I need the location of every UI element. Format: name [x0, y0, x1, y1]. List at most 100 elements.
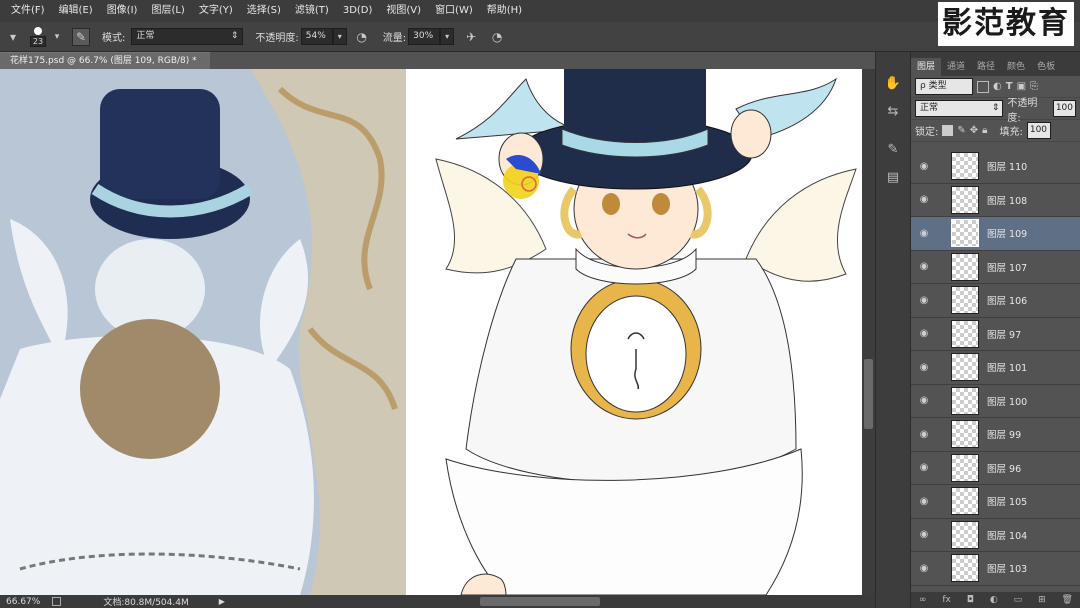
opacity-input[interactable]: 54% — [300, 28, 333, 45]
lock-position-icon[interactable]: ✥ — [970, 125, 978, 136]
layer-name: 图层 109 — [987, 229, 1028, 241]
clone-source-icon[interactable]: ▤ — [880, 166, 906, 188]
brush-panel-icon[interactable]: ✎ — [880, 138, 906, 160]
layer-row[interactable]: ◉ 图层 100 — [911, 385, 1080, 418]
layer-row[interactable]: ◉ 图层 105 — [911, 485, 1080, 519]
menu-filter[interactable]: 滤镜(T) — [288, 0, 336, 22]
menu-help[interactable]: 帮助(H) — [480, 0, 529, 22]
filter-adjustment-icon[interactable]: ◐ — [993, 81, 1002, 92]
blend-mode-value: 正常 — [920, 103, 939, 113]
layer-filter-select[interactable]: ρ 类型 — [915, 78, 973, 95]
layer-opacity-input[interactable]: 100 — [1052, 100, 1077, 117]
mode-select[interactable]: 正常 ⇕ — [131, 28, 244, 45]
menu-bar: 文件(F) 编辑(E) 图像(I) 图层(L) 文字(Y) 选择(S) 滤镜(T… — [0, 0, 1080, 22]
layer-row[interactable]: ◉ 图层 99 — [911, 418, 1080, 452]
lock-transparent-icon[interactable] — [942, 125, 954, 136]
zoom-level[interactable]: 66.67% — [6, 597, 40, 607]
visibility-eye-icon[interactable]: ◉ — [911, 429, 937, 440]
visibility-eye-icon[interactable]: ◉ — [911, 395, 937, 406]
layer-thumbnail — [951, 319, 979, 348]
brush-panel-toggle-icon[interactable]: ✎ — [72, 27, 90, 46]
layer-row[interactable]: ◉ 图层 104 — [911, 519, 1080, 552]
airbrush-icon[interactable]: ✈ — [462, 28, 480, 46]
menu-layer[interactable]: 图层(L) — [144, 0, 191, 22]
visibility-eye-icon[interactable]: ◉ — [911, 328, 937, 339]
visibility-eye-icon[interactable]: ◉ — [911, 194, 937, 205]
menu-select[interactable]: 选择(S) — [240, 0, 288, 22]
brush-picker-arrow-icon[interactable]: ▾ — [48, 28, 66, 46]
menu-window[interactable]: 窗口(W) — [428, 0, 480, 22]
pressure-size-icon[interactable]: ◔ — [488, 28, 506, 46]
filter-shape-icon[interactable]: ▣ — [1017, 81, 1026, 92]
illustration-canvas[interactable] — [406, 69, 862, 595]
menu-image[interactable]: 图像(I) — [100, 0, 145, 22]
tab-color[interactable]: 颜色 — [1001, 58, 1031, 76]
visibility-eye-icon[interactable]: ◉ — [911, 261, 937, 272]
tab-channels[interactable]: 通道 — [941, 58, 971, 76]
brand-watermark: 影范教育 — [938, 2, 1074, 46]
lock-pixels-icon[interactable]: ✎ — [957, 125, 965, 136]
flow-slider-arrow-icon[interactable]: ▾ — [440, 28, 455, 45]
layer-style-icon[interactable]: fx — [942, 595, 951, 605]
visibility-eye-icon[interactable]: ◉ — [911, 462, 937, 473]
new-adjustment-icon[interactable]: ◐ — [990, 595, 998, 605]
layer-row[interactable]: ◉ 图层 101 — [911, 351, 1080, 385]
properties-panel-icon[interactable]: ⇆ — [880, 100, 906, 122]
layer-row[interactable]: ◉ 图层 96 — [911, 452, 1080, 485]
delete-layer-icon[interactable]: 🗑︎ — [1062, 595, 1073, 605]
layer-row[interactable]: ◉ 图层 110 — [911, 150, 1080, 184]
visibility-eye-icon[interactable]: ◉ — [911, 529, 937, 540]
tool-preset-chevron-icon[interactable]: ▾ — [4, 28, 22, 46]
link-layers-icon[interactable]: ∞ — [919, 595, 927, 605]
lock-all-icon[interactable]: 🔒︎ — [982, 125, 987, 136]
tab-swatches[interactable]: 色板 — [1031, 58, 1061, 76]
layer-list: ◉ 图层 110 ◉ 图层 108 ◉ 图层 109 ◉ 图层 107 ◉ 图层 106 ◉ 图层 9… — [911, 150, 1080, 586]
blend-opacity-row: 正常 ⇕ 不透明度: 100 — [911, 98, 1080, 124]
pressure-opacity-icon[interactable]: ◔ — [353, 28, 371, 46]
layer-name: 图层 110 — [987, 162, 1028, 174]
canvas-vertical-scrollbar[interactable] — [862, 69, 875, 595]
canvas-area[interactable] — [0, 69, 862, 595]
visibility-eye-icon[interactable]: ◉ — [911, 295, 937, 306]
new-layer-icon[interactable]: ⊞ — [1038, 595, 1046, 605]
tab-layers[interactable]: 图层 — [911, 58, 942, 76]
filter-pixel-icon[interactable] — [977, 80, 989, 93]
lock-label: 锁定: — [915, 127, 939, 138]
document-tab[interactable]: 花样175.psd @ 66.7% (图层 109, RGB/8) * — [0, 52, 210, 69]
visibility-eye-icon[interactable]: ◉ — [911, 563, 937, 574]
visibility-eye-icon[interactable]: ◉ — [911, 362, 937, 373]
menu-view[interactable]: 视图(V) — [379, 0, 428, 22]
menu-type[interactable]: 文字(Y) — [192, 0, 240, 22]
layer-row[interactable]: ◉ 图层 109 — [911, 217, 1080, 251]
add-mask-icon[interactable]: ◘ — [967, 595, 974, 605]
layer-row[interactable]: ◉ 图层 108 — [911, 184, 1080, 217]
vertical-scroll-thumb[interactable] — [864, 359, 873, 429]
layer-thumbnail — [951, 487, 979, 516]
layer-row[interactable]: ◉ 图层 103 — [911, 552, 1080, 586]
brush-tip-icon — [34, 26, 42, 35]
menu-edit[interactable]: 编辑(E) — [52, 0, 100, 22]
opacity-slider-arrow-icon[interactable]: ▾ — [332, 28, 347, 45]
history-panel-icon[interactable]: ✋ — [880, 72, 906, 94]
brush-preset-picker[interactable]: 23 — [28, 26, 48, 48]
filter-smart-object-icon[interactable]: ⎘ — [1030, 81, 1038, 92]
new-group-icon[interactable]: ▭ — [1014, 595, 1023, 605]
blend-mode-select[interactable]: 正常 ⇕ — [915, 100, 1004, 117]
fill-input[interactable]: 100 — [1026, 122, 1051, 139]
layer-row[interactable]: ◉ 图层 97 — [911, 318, 1080, 351]
layer-row[interactable]: ◉ 图层 107 — [911, 251, 1080, 284]
visibility-eye-icon[interactable]: ◉ — [911, 161, 937, 172]
reference-photo — [0, 69, 406, 595]
status-menu-arrow-icon[interactable]: ▶ — [219, 597, 225, 606]
lock-fill-row: 锁定: ✎ ✥ 🔒︎ 填充: 100 — [911, 120, 1080, 142]
status-info-icon[interactable] — [52, 597, 62, 606]
layer-row[interactable]: ◉ 图层 106 — [911, 284, 1080, 318]
visibility-eye-icon[interactable]: ◉ — [911, 228, 937, 239]
flow-input[interactable]: 30% — [408, 28, 441, 45]
visibility-eye-icon[interactable]: ◉ — [911, 496, 937, 507]
filter-type-icon[interactable]: T — [1006, 81, 1013, 92]
horizontal-scroll-thumb[interactable] — [480, 597, 600, 606]
menu-file[interactable]: 文件(F) — [4, 0, 52, 22]
tab-paths[interactable]: 路径 — [971, 58, 1001, 76]
menu-3d[interactable]: 3D(D) — [336, 0, 380, 22]
